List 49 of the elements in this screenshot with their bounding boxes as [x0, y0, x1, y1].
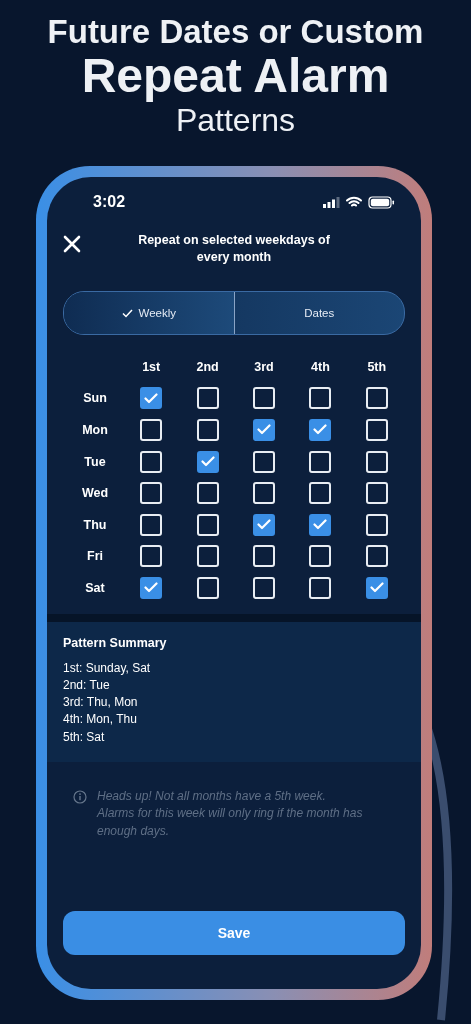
checkbox[interactable] [253, 513, 275, 536]
check-icon [144, 582, 159, 594]
day-label: Sat [85, 580, 105, 595]
summary-line: 5th: Sat [63, 728, 106, 746]
check-icon [257, 424, 271, 436]
day-label: Fri [87, 549, 103, 564]
checkbox[interactable] [196, 450, 219, 473]
column-header: 5th [366, 359, 388, 374]
battery-icon [368, 195, 395, 209]
column-header: 3rd [253, 359, 275, 374]
close-icon [63, 235, 81, 253]
day-label: Tue [84, 454, 106, 469]
check-icon [257, 519, 271, 531]
summary-line: 3rd: Thu, Mon [63, 694, 139, 712]
screen-title: Repeat on selected weekdays of every month [137, 232, 331, 266]
checkbox[interactable] [253, 419, 275, 441]
day-label: Wed [81, 486, 109, 501]
column-header: 1st [141, 359, 162, 374]
check-icon [313, 519, 328, 531]
segment-tab[interactable]: Weekly [64, 292, 235, 334]
info-icon [73, 789, 87, 804]
checkbox[interactable] [140, 576, 163, 599]
headline-text: Repeat Alarm [81, 50, 390, 104]
column-header: 4th [310, 359, 331, 374]
check-icon [369, 582, 384, 594]
checkbox[interactable] [309, 419, 332, 441]
headline-text: Future Dates or Custom [47, 14, 424, 51]
day-label: Sun [83, 391, 107, 406]
wifi-icon [346, 196, 362, 208]
segment-tab[interactable]: Dates [234, 292, 404, 334]
checkbox[interactable] [365, 576, 388, 599]
summary-title: Pattern Summary [63, 635, 168, 650]
checkbox[interactable] [140, 387, 163, 410]
check-icon [200, 456, 215, 468]
headline-text: Patterns [175, 103, 296, 139]
check-icon [144, 392, 159, 404]
summary-line: 2nd: Tue [63, 676, 111, 694]
summary-line: 4th: Mon, Thu [63, 711, 138, 729]
close-button[interactable] [63, 235, 81, 253]
note-text: Heads up! Not all months have a 5th week. Alarms for this week will only ring if the month has enough days. [97, 787, 363, 840]
status-time: 3:02 [93, 193, 126, 211]
check-icon [121, 308, 133, 318]
summary-line: 1st: Sunday, Sat [63, 659, 152, 677]
column-header: 2nd [195, 359, 220, 374]
check-icon [313, 424, 328, 436]
checkbox[interactable] [309, 513, 332, 536]
day-label: Thu [83, 517, 107, 532]
day-label: Mon [82, 423, 108, 437]
signal-icon [323, 196, 340, 208]
